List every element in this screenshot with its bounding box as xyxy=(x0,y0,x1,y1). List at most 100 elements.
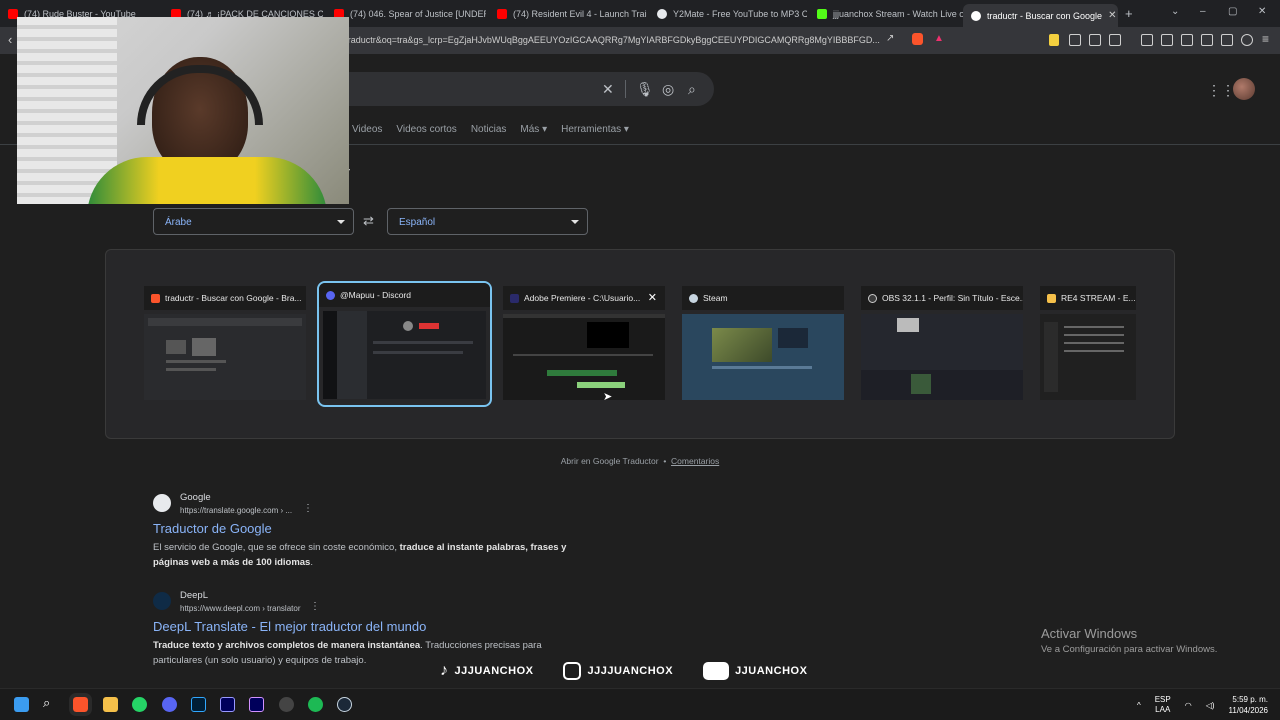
vpn-icon[interactable] xyxy=(1241,34,1253,46)
switcher-window-steam[interactable]: Steam xyxy=(682,286,844,400)
after-effects-icon[interactable] xyxy=(249,697,264,712)
switcher-window-discord-selected[interactable]: @Mapuu - Discord xyxy=(317,281,492,407)
switcher-window-premiere[interactable]: Adobe Premiere - C:\Usuario... ✕ xyxy=(503,286,665,400)
window-thumbnail xyxy=(323,311,486,399)
clock[interactable]: 5:59 p. m. 11/04/2026 xyxy=(1229,694,1268,716)
discord-icon[interactable] xyxy=(162,697,177,712)
tab-short-videos[interactable]: Videos cortos xyxy=(396,124,456,135)
tray-expand-icon[interactable]: ^ xyxy=(1137,701,1141,710)
input-language[interactable]: ESP LAA xyxy=(1155,695,1171,715)
search-box[interactable]: ✕ 🎙 ◎ ⌕ xyxy=(330,72,714,106)
brave-shield-icon[interactable] xyxy=(912,33,923,45)
windows-taskbar: ⌕ ^ ESP LAA ◠ ◁) 5:59 p. m. 11/04/2026 xyxy=(0,688,1280,720)
tab-tools[interactable]: Herramientas ▾ xyxy=(561,124,629,135)
leo-icon[interactable] xyxy=(1221,34,1233,46)
result-title-link[interactable]: Traductor de Google xyxy=(153,521,272,536)
window-close-icon[interactable]: ✕ xyxy=(1258,6,1266,17)
minimize-icon[interactable]: – xyxy=(1200,6,1206,17)
brave-icon[interactable] xyxy=(69,693,92,716)
target-language-select[interactable]: Español xyxy=(387,208,588,235)
tab-news[interactable]: Noticias xyxy=(471,124,507,135)
tab-more[interactable]: Más ▾ xyxy=(520,124,547,135)
media-icon[interactable] xyxy=(1161,34,1173,46)
steam-icon[interactable] xyxy=(337,697,352,712)
y2mate-icon xyxy=(657,9,667,19)
wifi-icon[interactable]: ◠ xyxy=(1185,701,1192,710)
new-tab-icon[interactable]: + xyxy=(1125,6,1133,21)
wallet-icon[interactable] xyxy=(1201,34,1213,46)
browser-tab[interactable]: (74) Resident Evil 4 - Launch Trailer xyxy=(489,4,647,24)
mouse-cursor-icon: ➤ xyxy=(603,391,613,403)
maximize-icon[interactable]: ▢ xyxy=(1228,6,1237,17)
window-title-bar: Steam xyxy=(682,286,844,310)
webcam-overlay xyxy=(17,17,349,204)
result-title-link[interactable]: DeepL Translate - El mejor traductor del… xyxy=(153,619,426,634)
clear-icon[interactable]: ✕ xyxy=(602,81,614,98)
search-icon[interactable]: ⌕ xyxy=(688,81,696,98)
more-options-icon[interactable]: ⋮ xyxy=(310,601,320,612)
microphone-icon[interactable]: 🎙 xyxy=(636,81,654,98)
menu-icon[interactable]: ≡ xyxy=(1262,32,1269,46)
system-tray: ^ ESP LAA ◠ ◁) 5:59 p. m. 11/04/2026 xyxy=(1137,694,1268,716)
headphones-icon xyxy=(137,65,263,125)
footer-separator: • xyxy=(663,456,667,466)
steam-icon xyxy=(689,293,698,303)
browser-tab[interactable]: Y2Mate - Free YouTube to MP3 Co xyxy=(649,4,807,24)
window-title-bar: traductr - Buscar con Google - Bra... xyxy=(144,286,306,310)
brave-rewards-icon[interactable]: ▲ xyxy=(934,33,944,44)
photoshop-icon[interactable] xyxy=(191,697,206,712)
search-icon[interactable]: ⌕ xyxy=(43,695,50,711)
chevron-down-icon: ▾ xyxy=(542,124,548,135)
dropdown-caret-icon xyxy=(337,220,345,224)
download-icon[interactable] xyxy=(1141,34,1153,46)
premiere-icon[interactable] xyxy=(220,697,235,712)
whatsapp-icon[interactable] xyxy=(132,697,147,712)
close-icon[interactable]: ✕ xyxy=(1108,10,1116,21)
window-thumbnail xyxy=(1040,314,1136,400)
tab-label: Y2Mate - Free YouTube to MP3 Co xyxy=(673,9,807,19)
address-bar[interactable]: =traductr&oq=tra&gs_lcrp=EgZjaHJvbWUqBgg… xyxy=(340,31,952,50)
avatar[interactable] xyxy=(1233,78,1255,100)
spotify-icon[interactable] xyxy=(308,697,323,712)
sidebar-icon[interactable] xyxy=(1181,34,1193,46)
close-icon[interactable]: ✕ xyxy=(648,291,657,304)
tiktok-icon: ♪ xyxy=(440,662,449,679)
windows-start-icon[interactable] xyxy=(14,697,29,712)
result-site-name: DeepL xyxy=(180,590,208,601)
swap-languages-icon[interactable]: ⇄ xyxy=(363,213,374,229)
tab-label: (74) Resident Evil 4 - Launch Trailer xyxy=(513,9,647,19)
switcher-window-explorer[interactable]: RE4 STREAM - E... xyxy=(1040,286,1136,400)
feedback-link[interactable]: Comentarios xyxy=(671,456,719,466)
browser-tab[interactable]: jjjuanchox Stream - Watch Live on K xyxy=(809,4,964,24)
obs-icon xyxy=(868,293,877,303)
obs-icon[interactable] xyxy=(279,697,294,712)
tab-list-icon[interactable]: ⌄ xyxy=(1171,6,1179,17)
switcher-window-brave[interactable]: traductr - Buscar con Google - Bra... xyxy=(144,286,306,400)
input-language-code: ESP xyxy=(1154,695,1171,704)
instagram-icon xyxy=(563,662,582,680)
window-title: OBS 32.1.1 - Perfil: Sin Título - Esce..… xyxy=(882,293,1023,303)
window-title: Adobe Premiere - C:\Usuario... xyxy=(524,293,641,303)
target-language-value: Español xyxy=(399,217,436,228)
camera-search-icon[interactable]: ◎ xyxy=(662,81,674,98)
open-translator-link[interactable]: Abrir en Google Traductor xyxy=(561,456,659,466)
extension-icon[interactable] xyxy=(1049,34,1059,46)
more-options-icon[interactable]: ⋮ xyxy=(303,503,313,514)
share-icon[interactable]: ↗ xyxy=(886,33,894,44)
extension-icon[interactable] xyxy=(1109,34,1121,46)
back-icon[interactable]: ‹ xyxy=(8,32,12,47)
extension-icon[interactable] xyxy=(1089,34,1101,46)
browser-tab-active[interactable]: traductr - Buscar con Google ✕ xyxy=(963,4,1118,27)
tab-videos[interactable]: Videos xyxy=(352,124,382,135)
google-apps-icon[interactable]: ⋮⋮ xyxy=(1207,82,1235,99)
source-language-select[interactable]: Árabe xyxy=(153,208,354,235)
chevron-down-icon: ▾ xyxy=(623,124,629,135)
extension-icon[interactable] xyxy=(1069,34,1081,46)
window-thumbnail xyxy=(861,314,1023,400)
volume-icon[interactable]: ◁) xyxy=(1206,701,1215,710)
browser-tab[interactable]: (74) 046. Spear of Justice [UNDERTA xyxy=(326,4,486,24)
switcher-window-obs[interactable]: OBS 32.1.1 - Perfil: Sin Título - Esce..… xyxy=(861,286,1023,400)
window-thumbnail xyxy=(682,314,844,400)
brave-icon xyxy=(151,293,160,303)
folder-icon[interactable] xyxy=(103,697,118,712)
